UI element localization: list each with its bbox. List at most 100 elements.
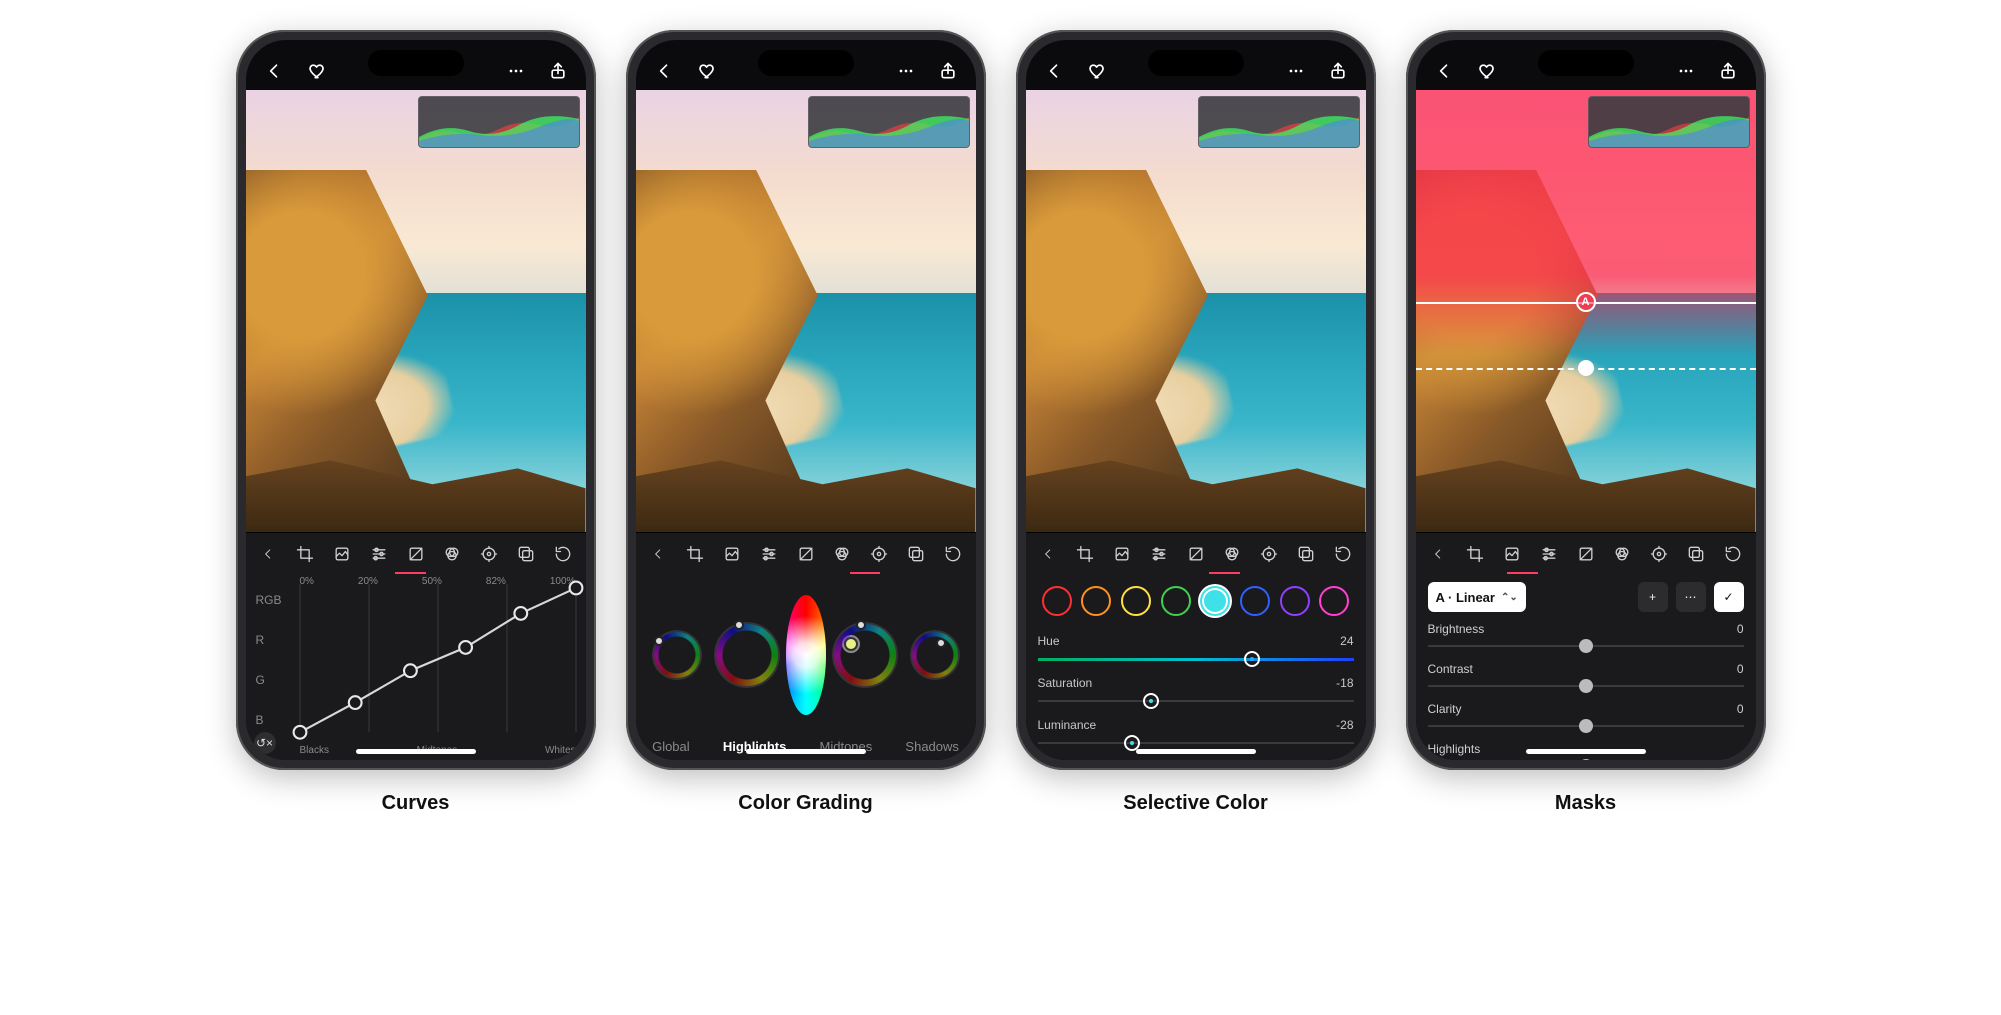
preset-icon[interactable]	[717, 533, 746, 574]
share-icon[interactable]	[1328, 61, 1348, 81]
share-icon[interactable]	[1718, 61, 1738, 81]
mask-confirm-button[interactable]: ✓	[1714, 582, 1744, 612]
sliders-icon[interactable]	[754, 533, 783, 574]
more-icon[interactable]	[1676, 61, 1696, 81]
grading-icon[interactable]	[1255, 533, 1284, 574]
more-icon[interactable]	[896, 61, 916, 81]
channel-g[interactable]: G	[256, 673, 292, 687]
side-wheel-left[interactable]	[708, 622, 786, 688]
toolstrip-collapse-icon[interactable]	[1424, 533, 1453, 574]
histogram[interactable]	[1198, 96, 1360, 148]
heart-icon[interactable]	[1086, 61, 1106, 81]
histogram[interactable]	[1588, 96, 1750, 148]
layers-icon[interactable]	[902, 533, 931, 574]
slider-clarity[interactable]	[1428, 718, 1744, 734]
crop-icon[interactable]	[1070, 533, 1099, 574]
color-swatch[interactable]	[1200, 586, 1230, 616]
home-indicator[interactable]	[1136, 749, 1256, 754]
grading-icon[interactable]	[475, 533, 504, 574]
slider-highlights[interactable]	[1428, 758, 1744, 760]
grading-icon[interactable]	[865, 533, 894, 574]
color-icon[interactable]	[828, 533, 857, 574]
back-icon[interactable]	[1044, 61, 1064, 81]
crop-icon[interactable]	[1460, 533, 1489, 574]
photo-canvas[interactable]	[246, 90, 586, 532]
heart-icon[interactable]	[696, 61, 716, 81]
reset-button[interactable]: ↺×	[254, 732, 276, 754]
share-icon[interactable]	[938, 61, 958, 81]
crop-icon[interactable]	[680, 533, 709, 574]
channel-r[interactable]: R	[256, 633, 292, 647]
exposure-icon[interactable]	[1571, 533, 1600, 574]
back-icon[interactable]	[1434, 61, 1454, 81]
slider-saturation[interactable]	[1038, 692, 1354, 710]
layers-icon[interactable]	[512, 533, 541, 574]
color-swatch[interactable]	[1319, 586, 1349, 616]
home-indicator[interactable]	[1526, 749, 1646, 754]
heart-icon[interactable]	[1476, 61, 1496, 81]
preset-icon[interactable]	[1107, 533, 1136, 574]
exposure-icon[interactable]	[1181, 533, 1210, 574]
slider-hue[interactable]	[1038, 650, 1354, 668]
home-indicator[interactable]	[746, 749, 866, 754]
layers-icon[interactable]	[1292, 533, 1321, 574]
mask-selector-chip[interactable]: A · Linear ⌃⌄	[1428, 582, 1526, 612]
back-icon[interactable]	[264, 61, 284, 81]
color-swatch[interactable]	[1042, 586, 1072, 616]
history-icon[interactable]	[549, 533, 578, 574]
color-swatch[interactable]	[1240, 586, 1270, 616]
curves-graph[interactable]	[300, 580, 576, 736]
curves-channel-list[interactable]: RGB R G B	[256, 580, 292, 740]
share-icon[interactable]	[548, 61, 568, 81]
side-wheel-left-outer[interactable]	[646, 630, 708, 680]
color-swatch[interactable]	[1121, 586, 1151, 616]
color-swatch-row[interactable]	[1038, 582, 1354, 626]
sliders-icon[interactable]	[1534, 533, 1563, 574]
preset-icon[interactable]	[1497, 533, 1526, 574]
photo-canvas[interactable]	[1026, 90, 1366, 532]
channel-b[interactable]: B	[256, 713, 292, 727]
gradient-handle[interactable]	[1578, 360, 1594, 376]
more-icon[interactable]	[506, 61, 526, 81]
tab-shadows[interactable]: Shadows	[905, 739, 958, 754]
slider-contrast[interactable]	[1428, 678, 1744, 694]
color-wheel-main[interactable]	[786, 595, 826, 715]
tool-strip	[1026, 532, 1366, 574]
sliders-icon[interactable]	[1144, 533, 1173, 574]
color-swatch[interactable]	[1161, 586, 1191, 616]
slider-brightness[interactable]	[1428, 638, 1744, 654]
layers-icon[interactable]	[1682, 533, 1711, 574]
history-icon[interactable]	[939, 533, 968, 574]
photo-canvas[interactable]	[636, 90, 976, 532]
side-wheel-right-outer[interactable]	[904, 630, 966, 680]
sliders-icon[interactable]	[364, 533, 393, 574]
tab-global[interactable]: Global	[652, 739, 690, 754]
gradient-badge[interactable]: A	[1576, 292, 1596, 312]
home-indicator[interactable]	[356, 749, 476, 754]
more-icon[interactable]	[1286, 61, 1306, 81]
exposure-icon[interactable]	[791, 533, 820, 574]
heart-icon[interactable]	[306, 61, 326, 81]
grading-icon[interactable]	[1645, 533, 1674, 574]
photo-canvas[interactable]: A	[1416, 90, 1756, 532]
color-icon[interactable]	[438, 533, 467, 574]
color-swatch[interactable]	[1280, 586, 1310, 616]
history-icon[interactable]	[1719, 533, 1748, 574]
toolstrip-collapse-icon[interactable]	[644, 533, 673, 574]
add-mask-button[interactable]: +	[1638, 582, 1668, 612]
side-wheel-right[interactable]	[826, 622, 904, 688]
exposure-icon[interactable]	[401, 533, 430, 574]
histogram[interactable]	[808, 96, 970, 148]
toolstrip-collapse-icon[interactable]	[254, 533, 283, 574]
color-icon[interactable]	[1218, 533, 1247, 574]
preset-icon[interactable]	[327, 533, 356, 574]
history-icon[interactable]	[1329, 533, 1358, 574]
histogram[interactable]	[418, 96, 580, 148]
color-icon[interactable]	[1608, 533, 1637, 574]
back-icon[interactable]	[654, 61, 674, 81]
channel-rgb[interactable]: RGB	[256, 593, 292, 607]
crop-icon[interactable]	[290, 533, 319, 574]
toolstrip-collapse-icon[interactable]	[1034, 533, 1063, 574]
mask-more-button[interactable]: ⋯	[1676, 582, 1706, 612]
color-swatch[interactable]	[1081, 586, 1111, 616]
